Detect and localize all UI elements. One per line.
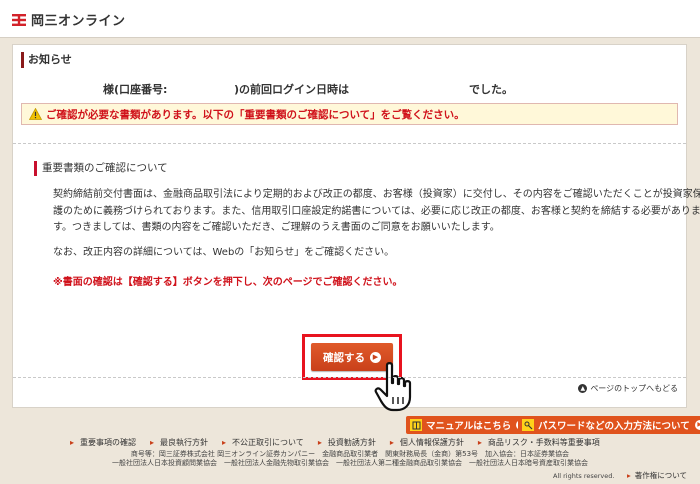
footer-link[interactable]: 重要事項の確認 <box>70 437 136 448</box>
divider <box>13 377 686 378</box>
confirm-instruction: ※書面の確認は【確認する】ボタンを押下し、次のページでご確認ください。 <box>53 277 403 288</box>
notice-panel: お知らせ 様(口座番号: )の前回ログイン日時は でした。 ご確認が必要な書類が… <box>12 44 700 412</box>
doc-paragraph-2: なお、改正内容の詳細については、Webの「お知らせ」をご確認ください。 <box>53 247 395 258</box>
footer-link[interactable]: 投資勧誘方針 <box>318 437 376 448</box>
key-icon <box>522 419 534 431</box>
logo[interactable]: 岡三オンライン <box>11 10 126 29</box>
arrow-circle-icon: ▶ <box>694 420 700 430</box>
warning-triangle-icon <box>29 108 42 120</box>
logo-text: 岡三オンライン <box>31 14 126 29</box>
doc-paragraph-line: 護のために義務づけられております。また、信用取引口座設定約諾書については、必要に… <box>53 205 700 217</box>
page-top-label: ページのトップへもどる <box>590 384 678 393</box>
footer-link[interactable]: 商品リスク・手数料等重要事項 <box>478 437 600 448</box>
warning-banner: ご確認が必要な書類があります。以下の「重要書類のご確認について」をご覧ください。 <box>21 103 678 125</box>
doc-section-title: 重要書類のご確認について <box>34 161 168 176</box>
copyright-link[interactable]: 著作権について <box>627 470 687 481</box>
confirm-button-label: 確認する <box>323 351 365 364</box>
manual-button-label: マニュアルはこちら <box>426 421 512 432</box>
copyright-text: All rights reserved. <box>553 472 615 480</box>
footer-links: 重要事項の確認 最良執行方針 不公正取引について 投資勧誘方針 個人情報保護方針… <box>70 437 600 448</box>
footer-link[interactable]: 最良執行方針 <box>150 437 208 448</box>
doc-paragraph-line: す。つきましては、書類の内容をご確認いただき、ご理解のうえ書面のご同意をお願いい… <box>53 222 500 233</box>
hand-cursor-icon <box>374 362 412 412</box>
book-icon <box>410 419 422 431</box>
app-header: 岡三オンライン <box>0 0 700 38</box>
manual-button[interactable]: マニュアルはこちら ▶ <box>406 416 533 434</box>
up-arrow-icon: ▲ <box>578 384 588 393</box>
page-top-link[interactable]: ▲ ページのトップへもどる <box>578 383 678 394</box>
login-end-text: でした。 <box>469 83 513 96</box>
notice-title: お知らせ <box>21 52 72 68</box>
company-info: 一般社団法人日本投資顧問業協会 一般社団法人金融先物取引業協会 一般社団法人第二… <box>112 459 588 467</box>
doc-paragraph-line: 契約締結前交付書面は、金融商品取引法により定期的および改正の都度、お客様（投資家… <box>53 189 700 200</box>
footer-link[interactable]: 不公正取引について <box>222 437 304 448</box>
password-help-button[interactable]: パスワードなどの入力方法について ▶ <box>518 416 700 434</box>
warning-text: ご確認が必要な書類があります。以下の「重要書類のご確認について」をご覧ください。 <box>46 108 465 121</box>
password-help-label: パスワードなどの入力方法について <box>538 421 690 432</box>
footer-link[interactable]: 個人情報保護方針 <box>390 437 464 448</box>
login-name-suffix: 様(口座番号: <box>103 83 168 96</box>
login-time-label: )の前回ログイン日時は <box>234 83 350 96</box>
okasan-logo-icon <box>11 12 27 27</box>
divider <box>13 143 686 144</box>
